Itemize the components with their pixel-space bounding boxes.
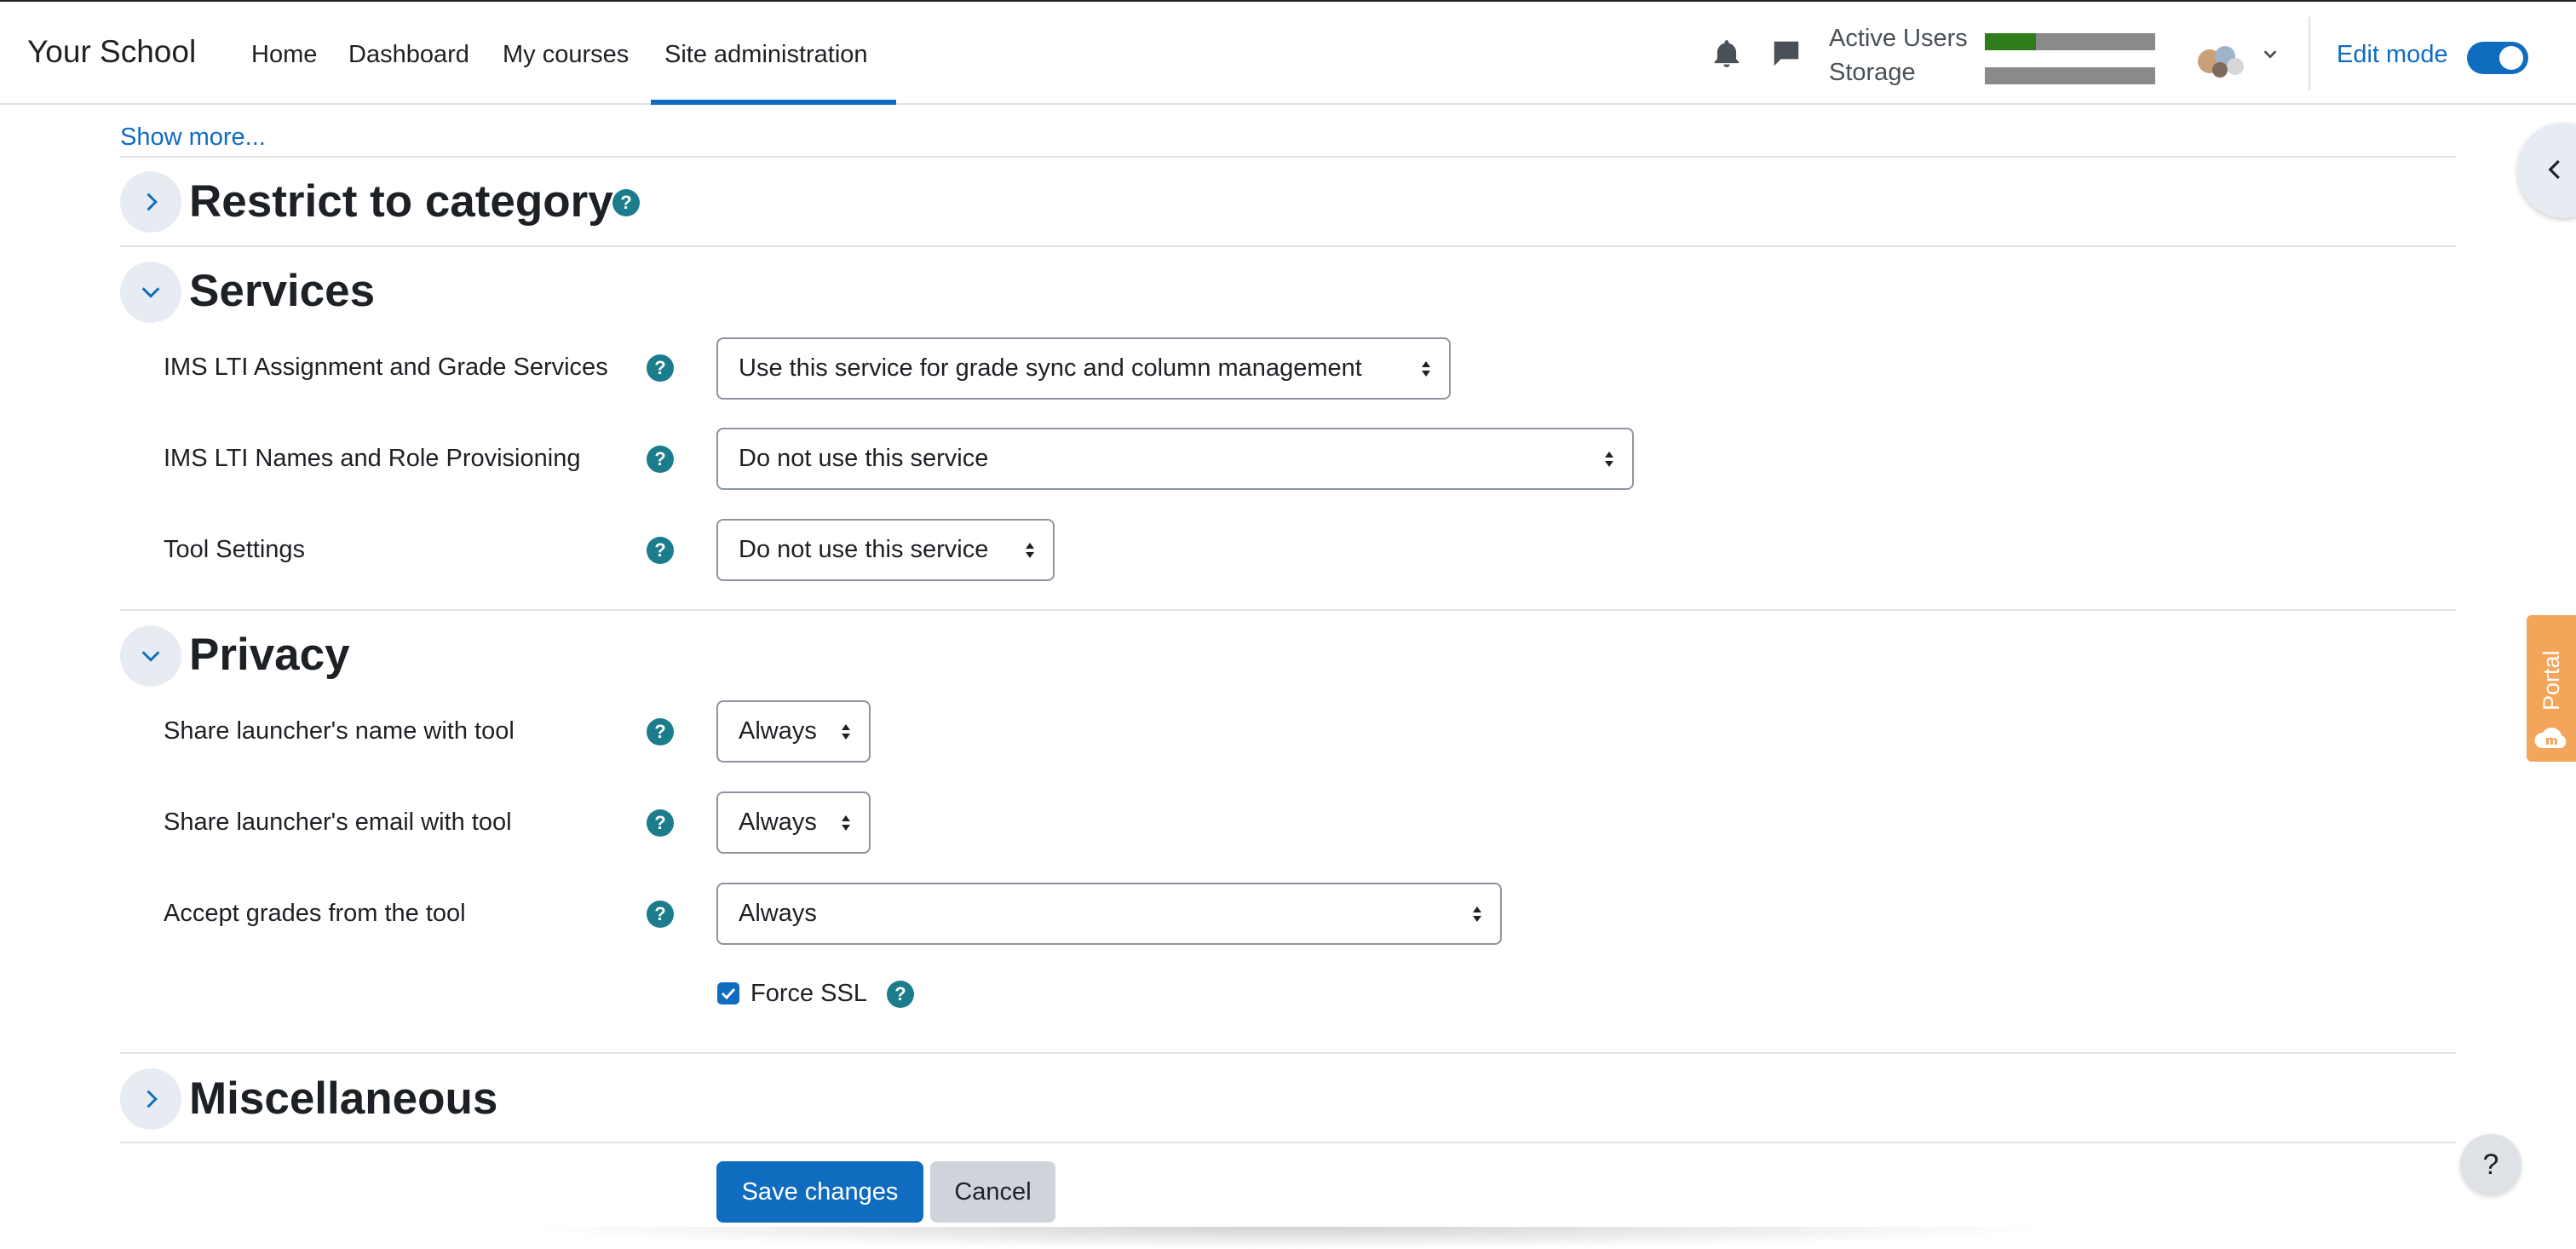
chevron-right-icon [147,1090,158,1108]
expand-miscellaneous-button[interactable] [120,1068,181,1130]
user-avatar[interactable] [2191,39,2252,82]
share-name-select[interactable]: Always [716,700,871,763]
help-icon[interactable]: ? [647,446,674,473]
site-brand[interactable]: Your School [27,34,196,70]
select-caret-icon [1473,907,1481,922]
collapse-services-button[interactable] [120,262,181,323]
nav-home[interactable]: Home [251,41,317,69]
chevron-right-icon [147,193,158,211]
edit-mode-label[interactable]: Edit mode [2337,41,2448,69]
select-value: Use this service for grade sync and colu… [739,354,1362,382]
moodle-cloud-icon [2534,728,2567,748]
help-icon[interactable]: ? [647,901,674,928]
field-label-tool-settings: Tool Settings [164,536,306,563]
field-label-assignment-grade-services: IMS LTI Assignment and Grade Services [164,354,608,381]
field-label-accept-grades: Accept grades from the tool [164,900,466,927]
divider [120,1052,2456,1054]
active-users-label: Active Users [1829,25,1968,52]
section-title-miscellaneous[interactable]: Miscellaneous [189,1073,497,1125]
divider [120,245,2456,247]
force-ssl-checkbox[interactable] [717,982,739,1004]
force-ssl-label[interactable]: Force SSL [750,980,867,1008]
section-title-restrict-to-category[interactable]: Restrict to category [189,176,613,227]
field-label-share-name: Share launcher's name with tool [164,717,515,745]
chat-icon[interactable] [1770,37,1803,70]
footer-shadow [511,1227,2065,1249]
nav-my-courses[interactable]: My courses [503,41,629,69]
nav-site-administration[interactable]: Site administration [664,41,868,69]
select-value: Always [739,717,817,745]
expand-restrict-to-category-button[interactable] [120,171,181,233]
divider [120,156,2456,158]
nav-dashboard[interactable]: Dashboard [348,41,469,69]
portal-tab[interactable]: Portal [2527,615,2576,762]
help-fab-button[interactable]: ? [2460,1134,2521,1195]
section-title-services[interactable]: Services [189,265,375,317]
select-value: Do not use this service [739,445,989,472]
help-icon[interactable]: ? [612,189,640,216]
chevron-down-icon [141,651,160,662]
chevron-down-icon [141,287,160,298]
edit-mode-toggle[interactable] [2467,42,2528,74]
active-users-bar-fill [1985,33,2036,50]
storage-bar [1985,67,2155,84]
checkmark-icon [721,987,736,1000]
select-value: Always [739,900,817,927]
select-caret-icon [842,724,850,740]
select-caret-icon [842,815,850,831]
bell-icon[interactable] [1711,37,1743,70]
share-email-select[interactable]: Always [716,791,871,854]
storage-label: Storage [1829,59,1916,86]
help-icon[interactable]: ? [647,537,674,564]
help-icon[interactable]: ? [647,354,674,382]
accept-grades-select[interactable]: Always [716,883,1502,945]
names-role-provisioning-select[interactable]: Do not use this service [716,428,1634,490]
navbar-divider [2309,17,2310,90]
help-icon[interactable]: ? [647,718,674,745]
portal-label: Portal [2539,650,2564,711]
chevron-down-icon[interactable] [2261,44,2280,63]
active-nav-indicator [651,100,896,105]
tool-settings-select[interactable]: Do not use this service [716,519,1055,581]
chevron-left-icon [2548,159,2560,180]
open-block-drawer-button[interactable] [2517,123,2576,218]
select-caret-icon [1422,361,1430,377]
top-navbar: Your School Home Dashboard My courses Si… [0,0,2576,105]
help-icon[interactable]: ? [887,981,914,1008]
select-caret-icon [1026,543,1034,558]
show-more-link[interactable]: Show more... [120,124,266,152]
field-label-share-email: Share launcher's email with tool [164,809,512,836]
collapse-privacy-button[interactable] [120,625,181,687]
select-value: Do not use this service [739,536,989,563]
section-title-privacy[interactable]: Privacy [189,629,350,681]
cancel-button[interactable]: Cancel [930,1161,1055,1223]
select-value: Always [739,809,817,836]
select-caret-icon [1605,452,1613,467]
divider [120,1142,2456,1143]
assignment-grade-services-select[interactable]: Use this service for grade sync and colu… [716,337,1451,400]
divider [120,609,2456,611]
field-label-names-role-provisioning: IMS LTI Names and Role Provisioning [164,445,581,472]
help-icon[interactable]: ? [647,809,674,837]
active-users-bar [1985,33,2155,50]
save-changes-button[interactable]: Save changes [716,1161,923,1223]
